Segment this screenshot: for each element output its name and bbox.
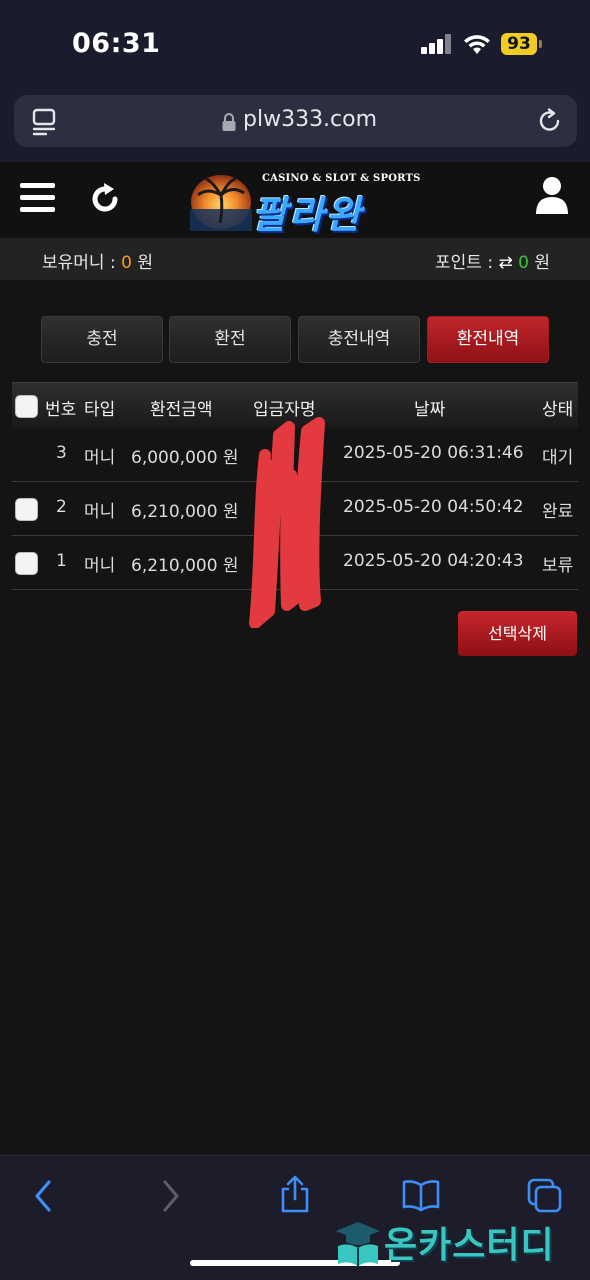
battery-indicator: 93	[501, 33, 537, 55]
cell-no: 1	[56, 551, 67, 571]
redaction-mark	[249, 417, 325, 628]
point-value: 0	[518, 253, 529, 273]
point-label: 포인트 :	[435, 253, 499, 273]
cell-date: 2025-05-20 06:31:46	[343, 443, 524, 463]
delete-selected-button[interactable]: 선택삭제	[458, 611, 577, 656]
status-time: 06:31	[72, 28, 161, 59]
money-balance: 보유머니 : 0 원	[42, 248, 153, 273]
cell-status: 완료	[542, 502, 574, 522]
forward-icon[interactable]	[160, 1178, 182, 1214]
money-unit: 원	[131, 253, 153, 273]
palm-sunset-icon	[190, 175, 252, 231]
column-header: 환전금액	[150, 400, 213, 420]
site-logo[interactable]: CASINO & SLOT & SPORTS 팔라완	[190, 172, 420, 237]
bookmarks-icon[interactable]	[401, 1178, 441, 1212]
cell-date: 2025-05-20 04:20:43	[343, 551, 524, 571]
tab-deposit-history[interactable]: 충전내역	[298, 316, 420, 363]
swap-icon[interactable]: ⇄	[498, 253, 512, 273]
back-icon[interactable]	[32, 1178, 54, 1214]
money-label: 보유머니 :	[42, 253, 122, 273]
cell-status: 보류	[542, 556, 574, 576]
cell-amount: 6,000,000 원	[131, 448, 239, 468]
column-header: 날짜	[414, 400, 446, 420]
column-header: 상태	[542, 400, 574, 420]
row-checkbox[interactable]	[15, 498, 38, 521]
cell-amount: 6,210,000 원	[131, 502, 239, 522]
lock-icon	[222, 113, 236, 131]
menu-icon[interactable]	[20, 182, 56, 214]
share-icon[interactable]	[279, 1174, 311, 1214]
cell-type: 머니	[84, 556, 116, 576]
cell-type: 머니	[84, 448, 116, 468]
balance-bar: 보유머니 : 0 원 포인트 : ⇄ 0 원	[0, 238, 590, 280]
battery-tip	[539, 40, 542, 48]
column-header: 번호	[45, 400, 77, 420]
status-bar: 06:31 93	[0, 0, 590, 90]
logo-tagline: CASINO & SLOT & SPORTS	[262, 173, 421, 184]
tabs-icon[interactable]	[527, 1178, 563, 1214]
address-bar[interactable]: plw333.com	[14, 95, 577, 147]
cell-amount: 6,210,000 원	[131, 556, 239, 576]
refresh-icon[interactable]	[90, 182, 120, 214]
cell-no: 3	[56, 443, 67, 463]
cell-type: 머니	[84, 502, 116, 522]
user-icon[interactable]	[534, 176, 570, 216]
watermark-text: 온카스터디	[384, 1225, 555, 1266]
money-value: 0	[121, 253, 132, 273]
cell-status: 대기	[542, 448, 574, 468]
reload-icon[interactable]	[536, 107, 564, 135]
cell-no: 2	[56, 497, 67, 517]
column-header: 타입	[84, 400, 116, 420]
row-checkbox[interactable]	[15, 552, 38, 575]
select-all-checkbox[interactable]	[15, 395, 38, 418]
tab-withdraw-history[interactable]: 환전내역	[427, 316, 549, 363]
browser-chrome: plw333.com	[0, 90, 590, 162]
site-header: CASINO & SLOT & SPORTS 팔라완	[0, 162, 590, 238]
cellular-signal-icon	[421, 34, 453, 54]
url-text: plw333.com	[243, 107, 378, 132]
point-unit: 원	[528, 253, 550, 273]
reader-icon[interactable]	[32, 108, 58, 136]
tab-deposit[interactable]: 충전	[41, 316, 163, 363]
point-balance: 포인트 : ⇄ 0 원	[435, 248, 550, 273]
cell-date: 2025-05-20 04:50:42	[343, 497, 524, 517]
graduation-book-icon	[336, 1222, 380, 1266]
logo-name: 팔라완	[252, 193, 363, 237]
wifi-icon	[464, 35, 490, 54]
tab-withdraw[interactable]: 환전	[169, 316, 291, 363]
watermark: 온카스터디	[332, 1216, 584, 1266]
